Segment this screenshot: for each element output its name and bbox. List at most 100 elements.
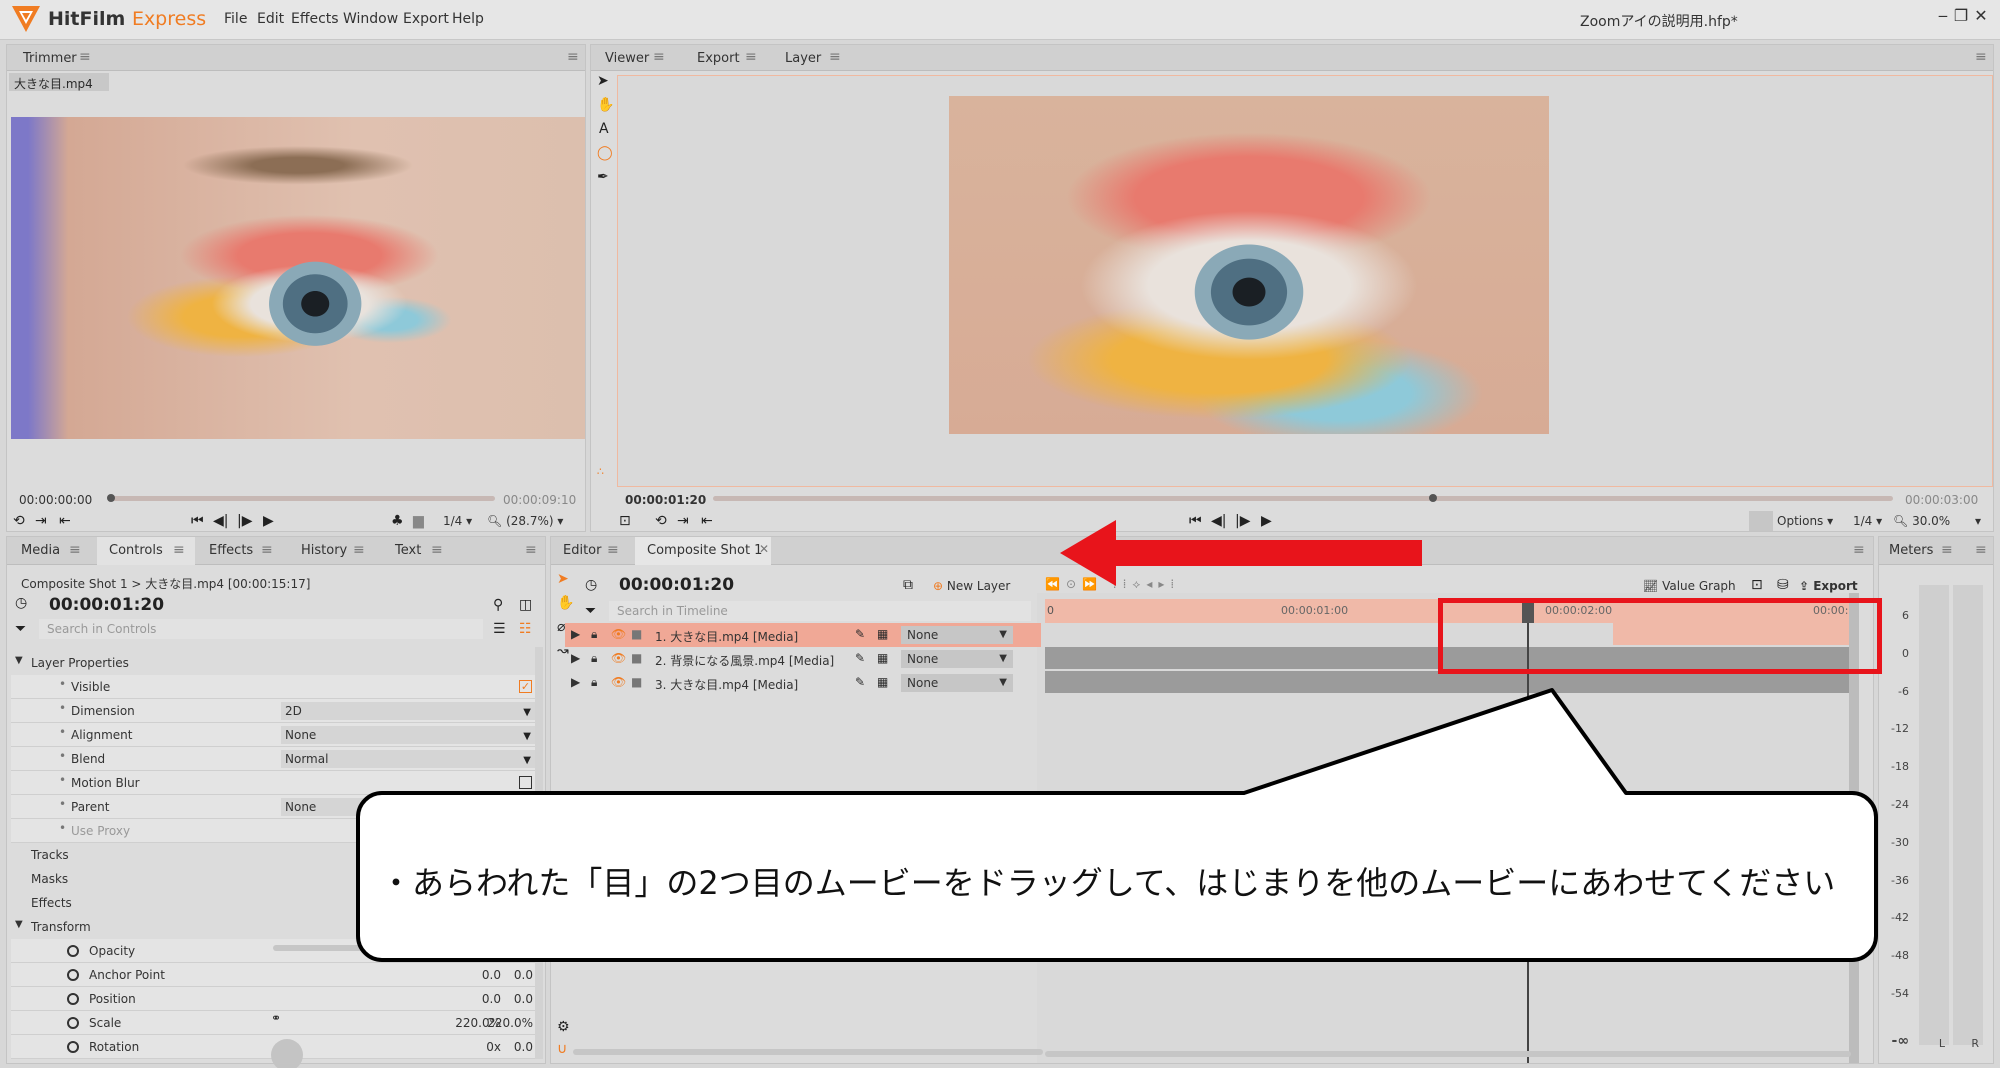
tab-composite-shot[interactable]: Composite Shot 1 — [647, 543, 762, 558]
keyframe-toggle-icon[interactable] — [67, 1017, 79, 1029]
menu-window[interactable]: Window — [343, 11, 398, 27]
layer-properties-header[interactable]: ▼ Layer Properties — [11, 651, 535, 675]
viewer-toggle-button[interactable] — [1749, 511, 1773, 531]
restore-icon[interactable]: ❐ — [1950, 6, 1972, 25]
hand-tool-icon[interactable]: ✋ — [557, 595, 574, 611]
camera-icon[interactable]: ▆ — [413, 513, 424, 529]
new-layer-button[interactable]: ⊕ New Layer — [933, 579, 1010, 593]
step-back-icon[interactable]: ◀| — [213, 513, 228, 529]
tab-menu-icon[interactable]: ≡ — [745, 49, 757, 65]
tab-menu-icon[interactable]: ≡ — [1941, 542, 1953, 558]
tab-layer[interactable]: Layer — [785, 51, 821, 66]
panel-menu-icon[interactable]: ≡ — [567, 49, 579, 65]
editor-time[interactable]: 00:00:01:20 — [619, 575, 734, 595]
pen-icon[interactable]: ✎ — [855, 627, 865, 641]
tab-menu-icon[interactable]: ≡ — [261, 542, 273, 558]
lock-icon[interactable]: 🔒︎ — [591, 651, 597, 666]
expand-arrow-icon[interactable]: ▶ — [571, 627, 580, 641]
value-graph-button[interactable]: 📈︎ Value Graph — [1643, 579, 1736, 593]
magnet-icon[interactable]: ∪ — [557, 1041, 567, 1057]
viewer-playhead[interactable] — [1429, 494, 1437, 502]
split-view-icon[interactable]: ◫ — [519, 597, 532, 613]
panel-menu-icon[interactable]: ≡ — [1853, 542, 1865, 558]
transform-value-y[interactable]: 0.0 — [481, 1040, 533, 1054]
transform-value-y[interactable]: 0.0 — [481, 968, 533, 982]
tab-effects[interactable]: Effects — [209, 543, 253, 558]
layer-color-icon[interactable]: ■ — [631, 627, 642, 641]
lock-icon[interactable]: 🔒︎ — [591, 627, 597, 642]
menu-export[interactable]: Export — [403, 11, 449, 27]
tab-menu-icon[interactable]: ≡ — [653, 49, 665, 65]
tab-editor[interactable]: Editor — [563, 543, 601, 558]
skip-back-icon[interactable]: ⏮ — [191, 513, 204, 529]
layer1-track-empty[interactable] — [1045, 623, 1453, 645]
viewer-options[interactable]: Options ▾ — [1777, 514, 1833, 528]
rotation-dial[interactable] — [271, 1039, 303, 1068]
text-tool-icon[interactable]: A — [599, 121, 609, 137]
menu-file[interactable]: File — [224, 11, 247, 27]
anchor-icon[interactable]: ∴ — [597, 465, 604, 478]
timeline-search-input[interactable]: Search in Timeline — [609, 601, 1031, 621]
tab-viewer[interactable]: Viewer — [605, 51, 649, 66]
pen-tool-icon[interactable]: ✒ — [597, 169, 609, 185]
trimmer-zoom[interactable]: 🔍︎ (28.7%) ▾ — [487, 514, 563, 528]
hand-tool-icon[interactable]: ✋ — [597, 97, 614, 113]
tab-menu-icon[interactable]: ≡ — [431, 542, 443, 558]
transform-value-y[interactable]: 0.0 — [481, 992, 533, 1006]
layer-blend-dropdown[interactable]: None ▼ — [901, 626, 1013, 644]
tab-history[interactable]: History — [301, 543, 347, 558]
panel-menu-icon[interactable]: ≡ — [525, 542, 537, 558]
zoom-dropdown-icon[interactable]: ▾ — [1975, 514, 1981, 528]
layer-blend-dropdown[interactable]: None ▼ — [901, 650, 1013, 668]
controls-time[interactable]: 00:00:01:20 — [49, 595, 164, 615]
pen-icon[interactable]: ✎ — [855, 651, 865, 665]
timeline-layer-row[interactable]: ▶ 🔒︎ 👁︎ ■ 2. 背景になる風景.mp4 [Media] ✎ ▦ None ▼ — [565, 647, 1041, 671]
export-button[interactable]: ⇪ Export — [1799, 579, 1858, 593]
tab-menu-icon[interactable]: ≡ — [79, 49, 91, 65]
tab-controls[interactable]: Controls — [109, 543, 163, 558]
keyframe-toggle-icon[interactable] — [67, 969, 79, 981]
timeline-hscroll[interactable] — [1045, 1051, 1851, 1057]
tab-text[interactable]: Text — [395, 543, 421, 558]
overlay-icon[interactable]: ⇤ — [701, 513, 713, 529]
tab-export[interactable]: Export — [697, 51, 740, 66]
viewer-scrubber[interactable] — [713, 496, 1893, 501]
tab-menu-icon[interactable]: ≡ — [69, 542, 81, 558]
trimmer-scrubber[interactable] — [111, 496, 495, 501]
select-tool-icon[interactable]: ➤ — [557, 571, 569, 587]
loop-icon[interactable]: ⟲ — [13, 513, 25, 529]
keyframe-toggle-icon[interactable] — [67, 1041, 79, 1053]
tab-trimmer[interactable]: Trimmer — [23, 51, 77, 66]
play-icon[interactable]: ▶ — [263, 513, 274, 529]
shape-tool-icon[interactable]: ◯ — [597, 145, 613, 161]
keyframe-toggle-icon[interactable] — [67, 993, 79, 1005]
menu-effects[interactable]: Effects — [291, 11, 339, 27]
tab-media[interactable]: Media — [21, 543, 60, 558]
loop-icon[interactable]: ⟲ — [655, 513, 667, 529]
menu-help[interactable]: Help — [452, 11, 484, 27]
select-tool-icon[interactable]: ➤ — [597, 73, 609, 89]
transform-value-y[interactable]: 220.0% — [481, 1016, 533, 1030]
tab-menu-icon[interactable]: ≡ — [607, 542, 619, 558]
panel-menu-icon[interactable]: ≡ — [1975, 49, 1987, 65]
visibility-eye-icon[interactable]: 👁︎ — [611, 627, 626, 641]
zoom-fit-icon[interactable]: ⊡ — [1751, 577, 1763, 593]
pin-icon[interactable]: ⚲ — [493, 597, 503, 613]
step-forward-icon[interactable]: |▶ — [237, 513, 252, 529]
settings-gear-icon[interactable]: ⚙ — [557, 1019, 570, 1035]
insert-icon[interactable]: ⇥ — [35, 513, 47, 529]
link-icon[interactable]: ⚭ — [271, 1011, 281, 1025]
render-icon[interactable]: ⛁ — [1777, 577, 1789, 593]
trimmer-resolution[interactable]: 1/4 ▾ — [443, 514, 472, 528]
visibility-eye-icon[interactable]: 👁︎ — [611, 651, 626, 665]
mask-icon[interactable]: ▦ — [877, 651, 888, 665]
viewer-resolution[interactable]: 1/4 ▾ — [1853, 514, 1882, 528]
tab-close-icon[interactable]: ✕ — [759, 542, 769, 556]
tab-menu-icon[interactable]: ≡ — [173, 542, 185, 558]
viewer-zoom[interactable]: 🔍︎ 30.0% — [1893, 514, 1950, 528]
mask-icon[interactable]: ▦ — [877, 627, 888, 641]
detail-view-icon[interactable]: ☷ — [519, 621, 532, 637]
safe-area-icon[interactable]: ⊡ — [619, 513, 631, 529]
panel-menu-icon[interactable]: ≡ — [1975, 542, 1987, 558]
insert-icon[interactable]: ⇥ — [677, 513, 689, 529]
